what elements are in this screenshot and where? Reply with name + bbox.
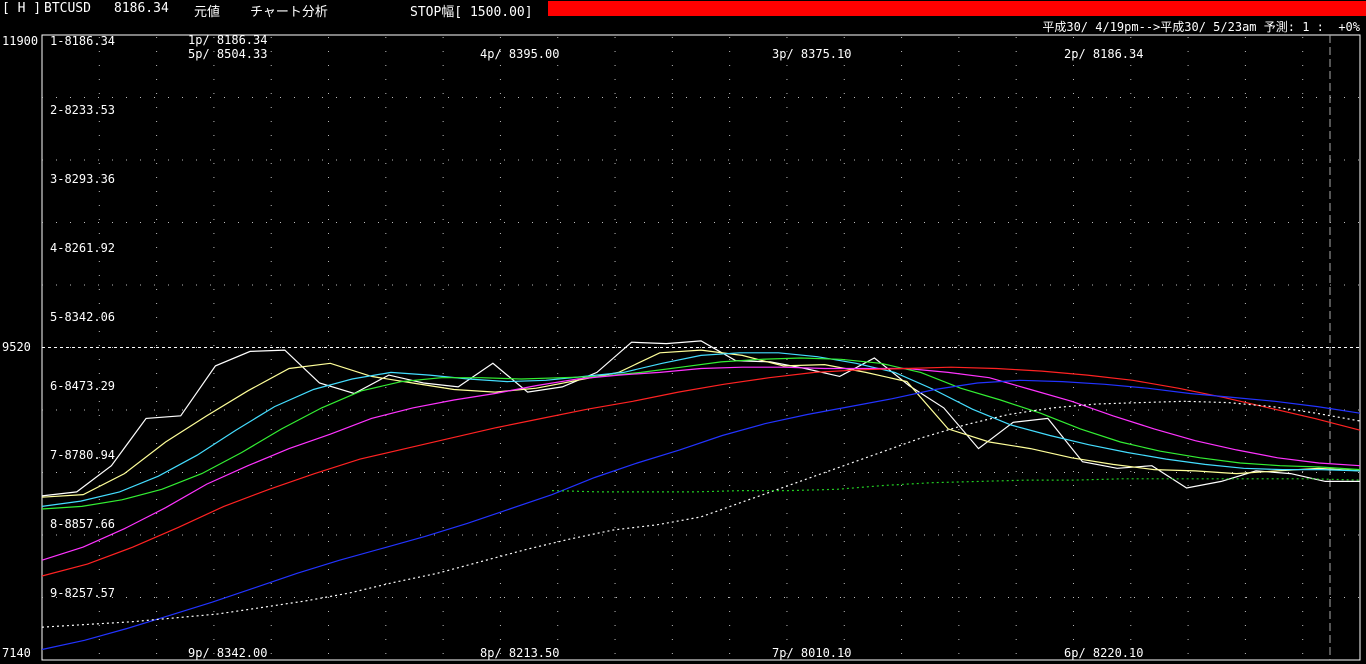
series-line-red	[41, 366, 1361, 577]
row-label: 7-8780.94	[50, 448, 116, 462]
row-label: 2-8233.53	[50, 103, 116, 117]
row-label: 5-8342.06	[50, 310, 116, 324]
top-label: 3p/ 8375.10	[772, 47, 852, 61]
series-line-yellow	[41, 349, 1361, 498]
top-label: 1p/ 8186.34	[188, 33, 268, 47]
top-label: 5p/ 8504.33	[188, 47, 268, 61]
row-label: 3-8293.36	[50, 172, 116, 186]
bottom-label: 8p/ 8213.50	[480, 646, 560, 660]
row-label: 1-8186.34	[50, 34, 116, 48]
top-label: 2p/ 8186.34	[1064, 47, 1144, 61]
row-label: 6-8473.29	[50, 379, 116, 393]
top-label: 4p/ 8395.00	[480, 47, 560, 61]
series-line-dotgreen	[551, 478, 1361, 493]
y-tick-label: 9520	[2, 340, 31, 354]
bottom-label: 7p/ 8010.10	[772, 646, 852, 660]
bottom-label: 6p/ 8220.10	[1064, 646, 1144, 660]
y-tick-label: 7140	[2, 646, 31, 660]
series-line-green	[41, 357, 1361, 510]
row-label: 8-8857.66	[50, 517, 116, 531]
price-chart[interactable]	[0, 0, 1366, 664]
series-line-blue	[41, 379, 1361, 651]
row-label: 9-8257.57	[50, 586, 116, 600]
bottom-label: 9p/ 8342.00	[188, 646, 268, 660]
row-label: 4-8261.92	[50, 241, 116, 255]
y-tick-label: 11900	[2, 34, 39, 48]
series-line-cyan	[41, 352, 1361, 507]
